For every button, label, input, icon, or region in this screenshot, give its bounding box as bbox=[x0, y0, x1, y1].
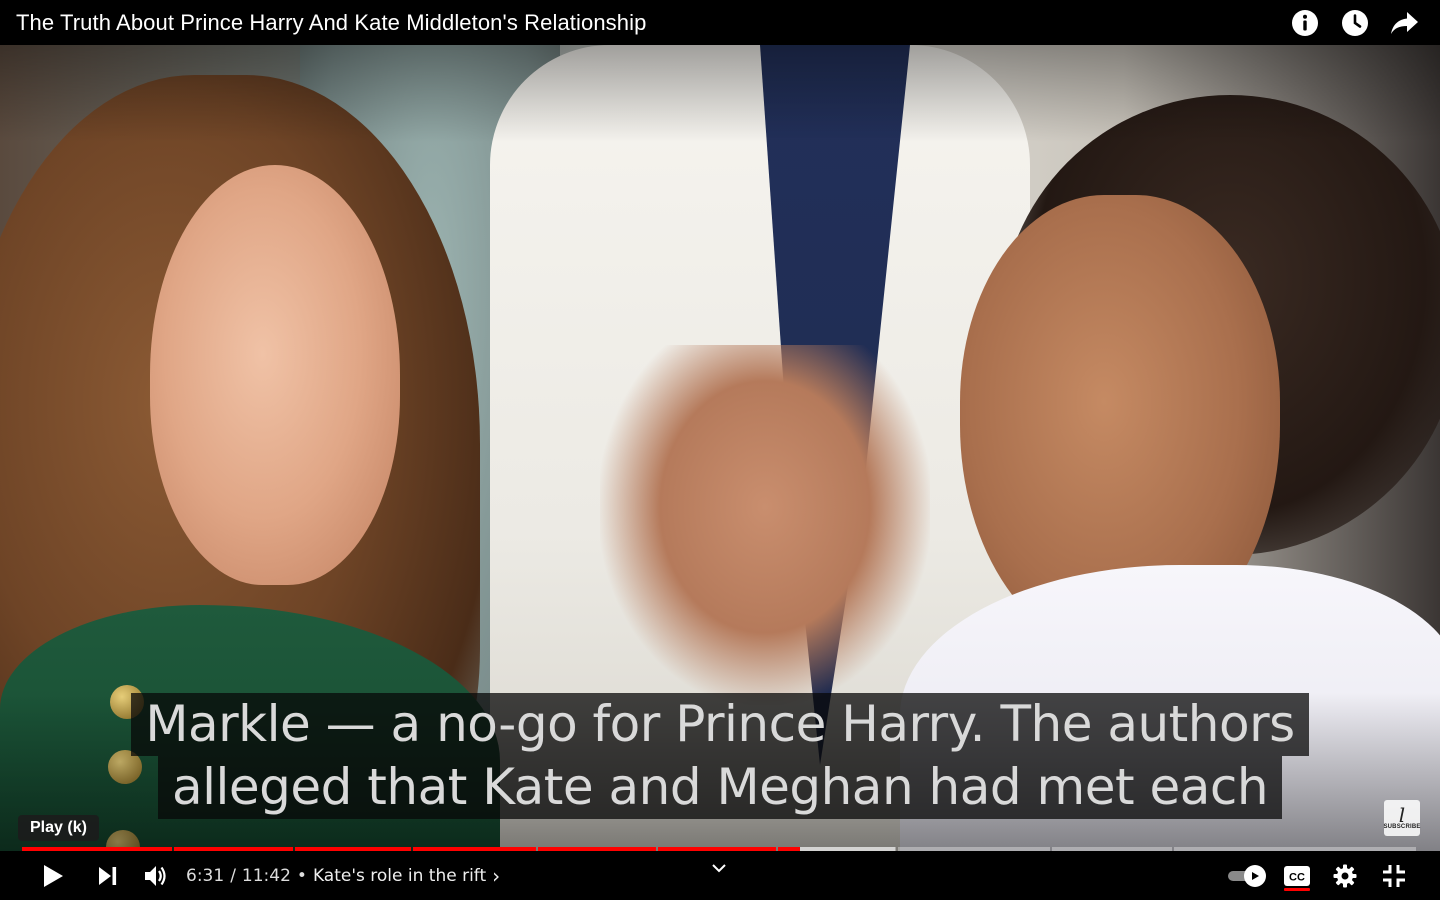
video-title[interactable]: The Truth About Prince Harry And Kate Mi… bbox=[16, 10, 1290, 36]
time-separator: / bbox=[230, 865, 236, 886]
play-tooltip: Play (k) bbox=[18, 815, 99, 841]
chapter-bullet: • bbox=[296, 865, 307, 886]
time-display: 6:31 / 11:42 • Kate's role in the rift › bbox=[186, 851, 500, 900]
captions-button[interactable]: CC bbox=[1278, 851, 1316, 900]
volume-button[interactable] bbox=[138, 851, 174, 900]
info-icon[interactable] bbox=[1290, 8, 1320, 38]
chapter-title: Kate's role in the rift bbox=[312, 865, 487, 886]
autoplay-play-icon bbox=[1252, 872, 1259, 880]
chevron-down-icon bbox=[712, 864, 726, 873]
watermark-subscribe-text: SUBSCRIBE bbox=[1383, 824, 1421, 830]
exit-fullscreen-button[interactable] bbox=[1376, 851, 1412, 900]
cc-icon: CC bbox=[1284, 865, 1310, 886]
chevron-right-icon: › bbox=[492, 863, 501, 888]
watch-later-icon[interactable] bbox=[1340, 8, 1370, 38]
next-icon bbox=[99, 866, 117, 885]
share-icon[interactable] bbox=[1390, 8, 1420, 38]
captions: Markle — a no-go for Prince Harry. The a… bbox=[0, 693, 1440, 819]
settings-icon bbox=[1333, 864, 1357, 887]
watermark-logo: l bbox=[1398, 803, 1406, 827]
chapters-expand-button[interactable] bbox=[708, 857, 730, 879]
captions-active-indicator bbox=[1284, 888, 1310, 891]
top-icons bbox=[1290, 8, 1420, 38]
play-button[interactable] bbox=[34, 851, 72, 900]
caption-line-1: Markle — a no-go for Prince Harry. The a… bbox=[131, 693, 1309, 756]
current-time: 6:31 bbox=[186, 865, 225, 886]
svg-text:CC: CC bbox=[1289, 871, 1305, 883]
next-button[interactable] bbox=[88, 851, 128, 900]
channel-watermark[interactable]: l SUBSCRIBE bbox=[1383, 800, 1421, 836]
caption-line-2: alleged that Kate and Meghan had met eac… bbox=[157, 756, 1283, 819]
control-bar: 6:31 / 11:42 • Kate's role in the rift ›… bbox=[0, 851, 1440, 900]
play-icon bbox=[44, 864, 63, 887]
autoplay-knob bbox=[1244, 865, 1266, 887]
volume-icon bbox=[145, 865, 166, 886]
top-bar: The Truth About Prince Harry And Kate Mi… bbox=[0, 0, 1440, 45]
exit-fullscreen-icon bbox=[1383, 864, 1405, 887]
duration: 11:42 bbox=[241, 865, 291, 886]
chapter-title-button[interactable]: Kate's role in the rift › bbox=[313, 864, 500, 888]
settings-button[interactable] bbox=[1326, 851, 1364, 900]
autoplay-toggle[interactable] bbox=[1228, 865, 1268, 887]
